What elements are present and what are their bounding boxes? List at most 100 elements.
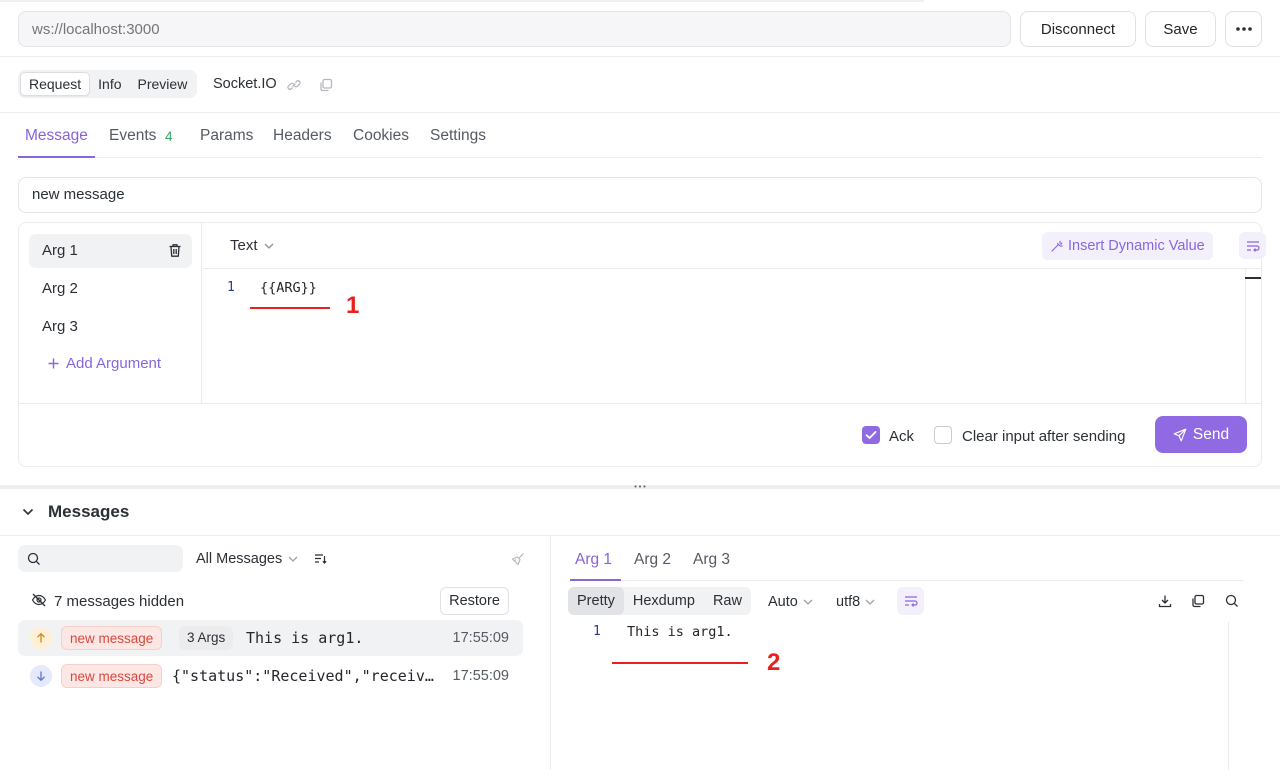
message-tabs: Message Events 4 Params Headers Cookies … bbox=[18, 113, 1262, 158]
tab-headers[interactable]: Headers bbox=[273, 127, 332, 145]
more-options-button[interactable] bbox=[1225, 11, 1262, 47]
tab-preview[interactable]: Preview bbox=[130, 72, 196, 96]
up-arrow-icon bbox=[30, 627, 52, 649]
tab-arg-1[interactable]: Arg 1 bbox=[575, 551, 612, 569]
tab-settings[interactable]: Settings bbox=[430, 127, 486, 145]
download-icon[interactable] bbox=[1158, 594, 1172, 608]
search-icon[interactable] bbox=[1225, 594, 1239, 608]
trash-icon[interactable] bbox=[168, 243, 182, 258]
argument-label: Arg 3 bbox=[42, 318, 78, 335]
editor-scrollbar-track bbox=[1245, 269, 1246, 403]
tab-arg-2[interactable]: Arg 2 bbox=[634, 551, 671, 569]
word-wrap-button[interactable] bbox=[1239, 232, 1266, 259]
copy-icon[interactable] bbox=[319, 78, 333, 92]
format-raw[interactable]: Raw bbox=[704, 587, 751, 615]
protocol-label: Socket.IO bbox=[213, 76, 277, 92]
viewer-arg-tabs: Arg 1 Arg 2 Arg 3 bbox=[570, 536, 1244, 581]
word-wrap-icon bbox=[1246, 240, 1260, 252]
divider bbox=[19, 403, 1261, 404]
events-count-badge: 4 bbox=[165, 129, 173, 144]
add-argument-label: Add Argument bbox=[66, 355, 162, 372]
message-search-input[interactable] bbox=[18, 545, 183, 572]
message-list-pane: All Messages 7 messages hidden Restore n… bbox=[0, 536, 551, 770]
message-time: 17:55:09 bbox=[452, 630, 509, 646]
magic-wand-icon bbox=[1051, 240, 1063, 252]
view-segmented-control: Request Info Preview bbox=[18, 70, 198, 98]
add-argument-button[interactable]: Add Argument bbox=[47, 355, 161, 372]
annotation-number: 2 bbox=[767, 649, 781, 676]
ack-checkbox[interactable] bbox=[862, 426, 880, 444]
send-button[interactable]: Send bbox=[1155, 416, 1247, 453]
link-icon[interactable] bbox=[287, 78, 301, 92]
argument-item[interactable]: Arg 3 bbox=[29, 310, 192, 344]
url-input[interactable] bbox=[18, 11, 1011, 47]
active-tab-indicator bbox=[570, 579, 621, 581]
message-content: This is arg1. bbox=[246, 629, 364, 647]
tab-cookies[interactable]: Cookies bbox=[353, 127, 409, 145]
format-pretty[interactable]: Pretty bbox=[568, 587, 624, 615]
message-filter-dropdown[interactable]: All Messages bbox=[196, 551, 298, 567]
word-wrap-button[interactable] bbox=[897, 587, 924, 615]
tab-request[interactable]: Request bbox=[20, 72, 91, 96]
chevron-down-icon bbox=[803, 599, 813, 605]
sort-icon[interactable] bbox=[314, 553, 327, 564]
message-content: {"status":"Received","received":"This is… bbox=[172, 667, 434, 685]
collapse-icon[interactable] bbox=[22, 508, 34, 516]
tab-arg-3[interactable]: Arg 3 bbox=[693, 551, 730, 569]
tab-info[interactable]: Info bbox=[90, 72, 129, 96]
chevron-down-icon bbox=[288, 556, 298, 562]
send-icon bbox=[1173, 428, 1187, 441]
ack-label: Ack bbox=[889, 428, 915, 445]
plus-icon bbox=[48, 358, 59, 369]
auto-format-dropdown[interactable]: Auto bbox=[768, 594, 813, 610]
encoding-label: utf8 bbox=[836, 594, 861, 610]
word-wrap-icon bbox=[904, 596, 918, 607]
argument-item[interactable]: Arg 2 bbox=[29, 272, 192, 306]
body-type-dropdown[interactable]: Text bbox=[230, 237, 274, 254]
annotation-number: 1 bbox=[346, 292, 360, 319]
argument-item[interactable]: Arg 1 bbox=[29, 234, 192, 268]
response-content: This is arg1. bbox=[627, 624, 733, 640]
search-icon bbox=[27, 552, 40, 565]
request-view-row: Request Info Preview Socket.IO bbox=[0, 57, 1280, 113]
restore-button[interactable]: Restore bbox=[440, 587, 509, 615]
tab-events[interactable]: Events bbox=[109, 127, 156, 145]
annotation-underline bbox=[612, 662, 748, 664]
clear-input-label: Clear input after sending bbox=[962, 428, 1126, 445]
format-hexdump[interactable]: Hexdump bbox=[624, 587, 704, 615]
event-name-input[interactable]: new message bbox=[18, 177, 1262, 213]
tab-params[interactable]: Params bbox=[200, 127, 253, 145]
event-tag: new message bbox=[61, 626, 163, 650]
down-arrow-icon bbox=[30, 665, 52, 687]
editor-scrollbar[interactable] bbox=[1245, 277, 1261, 279]
code-editor[interactable]: {{ARG}} bbox=[260, 280, 317, 296]
hidden-messages-text: 7 messages hidden bbox=[54, 593, 185, 610]
disconnect-button[interactable]: Disconnect bbox=[1020, 11, 1136, 47]
encoding-dropdown[interactable]: utf8 bbox=[836, 594, 875, 610]
active-tab-indicator bbox=[18, 156, 95, 158]
clear-input-checkbox[interactable] bbox=[934, 426, 952, 444]
message-row[interactable]: new message 3 Args This is arg1. 17:55:0… bbox=[18, 620, 523, 656]
check-icon bbox=[865, 431, 877, 439]
message-viewer-pane: Arg 1 Arg 2 Arg 3 Pretty Hexdump Raw Aut… bbox=[552, 536, 1280, 770]
insert-dynamic-value-label: Insert Dynamic Value bbox=[1068, 238, 1205, 254]
messages-header: Messages bbox=[0, 489, 1280, 536]
message-time: 17:55:09 bbox=[452, 668, 509, 684]
message-editor-card: Arg 1 Arg 2 Arg 3 Add Argument Text Inse… bbox=[18, 222, 1266, 467]
event-tag: new message bbox=[61, 664, 163, 688]
message-row[interactable]: new message {"status":"Received","receiv… bbox=[18, 658, 523, 694]
args-count-badge: 3 Args bbox=[179, 626, 234, 650]
tab-message[interactable]: Message bbox=[25, 127, 88, 145]
editor-toolbar: Text Insert Dynamic Value bbox=[203, 223, 1266, 269]
connection-bar: Disconnect Save bbox=[0, 0, 1280, 57]
ellipsis-icon bbox=[1235, 27, 1252, 31]
insert-dynamic-value-button[interactable]: Insert Dynamic Value bbox=[1042, 232, 1213, 260]
format-segmented-control: Pretty Hexdump Raw bbox=[568, 587, 751, 615]
line-number: 1 bbox=[593, 624, 601, 639]
argument-label: Arg 2 bbox=[42, 280, 78, 297]
chevron-down-icon bbox=[264, 243, 273, 249]
message-filter-label: All Messages bbox=[196, 551, 283, 567]
clear-messages-icon[interactable] bbox=[511, 552, 525, 566]
copy-icon[interactable] bbox=[1191, 594, 1205, 608]
save-button[interactable]: Save bbox=[1145, 11, 1216, 47]
